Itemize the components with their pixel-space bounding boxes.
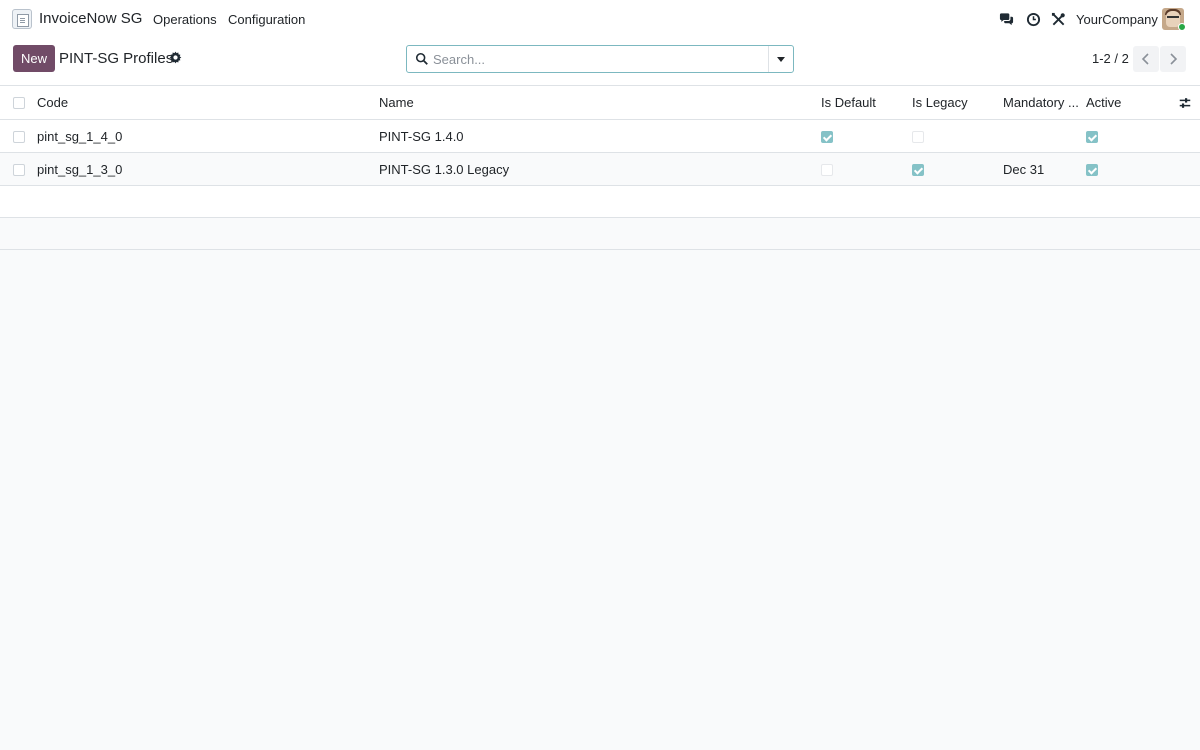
column-header-mandatory[interactable]: Mandatory ... [1003, 86, 1079, 119]
invoice-app-icon[interactable] [12, 9, 32, 29]
active-checkbox [1086, 131, 1098, 143]
is-legacy-checkbox [912, 131, 924, 143]
column-header-name[interactable]: Name [379, 86, 809, 119]
pager-previous-button[interactable] [1133, 46, 1159, 72]
menu-operations[interactable]: Operations [153, 12, 217, 27]
is-legacy-checkbox [912, 164, 924, 176]
table-row[interactable]: pint_sg_1_3_0 PINT-SG 1.3.0 Legacy Dec 3… [0, 153, 1200, 186]
active-checkbox [1086, 164, 1098, 176]
company-switcher[interactable]: YourCompany [1076, 12, 1158, 27]
table-footer-row [0, 218, 1200, 250]
gear-icon[interactable] [169, 51, 182, 64]
select-all-checkbox[interactable] [13, 97, 25, 109]
is-default-checkbox [821, 131, 833, 143]
column-header-code[interactable]: Code [37, 86, 367, 119]
optional-columns-toggle-icon[interactable] [1178, 96, 1192, 110]
activity-clock-icon[interactable] [1026, 12, 1041, 27]
cell-mandatory: Dec 31 [1003, 161, 1045, 177]
new-button[interactable]: New [13, 45, 55, 72]
table-empty-row [0, 186, 1200, 218]
pager-value[interactable]: 1-2 / 2 [1092, 51, 1129, 66]
top-navbar: InvoiceNow SG Operations Configuration Y… [0, 0, 1200, 38]
row-select-checkbox[interactable] [13, 164, 25, 176]
is-default-checkbox [821, 164, 833, 176]
page-title: PINT-SG Profiles [59, 50, 174, 67]
row-select-checkbox[interactable] [13, 131, 25, 143]
search-options-toggle[interactable] [768, 46, 793, 72]
column-header-is-legacy[interactable]: Is Legacy [912, 86, 997, 119]
search-icon [415, 52, 428, 65]
app-brand[interactable]: InvoiceNow SG [39, 10, 142, 27]
cell-name: PINT-SG 1.4.0 [379, 128, 464, 144]
debug-tools-icon[interactable] [1051, 12, 1066, 27]
cell-name: PINT-SG 1.3.0 Legacy [379, 161, 510, 177]
cell-code: pint_sg_1_4_0 [37, 128, 123, 144]
search-bar [406, 45, 794, 73]
chevron-right-icon [1170, 53, 1178, 65]
menu-configuration[interactable]: Configuration [228, 12, 305, 27]
column-header-is-default[interactable]: Is Default [821, 86, 906, 119]
list-view: Code Name Is Default Is Legacy Mandatory… [0, 86, 1200, 250]
online-status-badge [1178, 23, 1186, 31]
cell-mandatory [1003, 120, 1079, 152]
table-row[interactable]: pint_sg_1_4_0 PINT-SG 1.4.0 [0, 120, 1200, 153]
cell-code: pint_sg_1_3_0 [37, 161, 123, 177]
messages-icon[interactable] [999, 12, 1014, 27]
search-input[interactable] [433, 50, 763, 68]
table-header: Code Name Is Default Is Legacy Mandatory… [0, 86, 1200, 120]
pager-next-button[interactable] [1160, 46, 1186, 72]
chevron-left-icon [1141, 53, 1149, 65]
column-header-active[interactable]: Active [1086, 86, 1166, 119]
control-panel: New PINT-SG Profiles 1-2 / 2 [0, 38, 1200, 86]
